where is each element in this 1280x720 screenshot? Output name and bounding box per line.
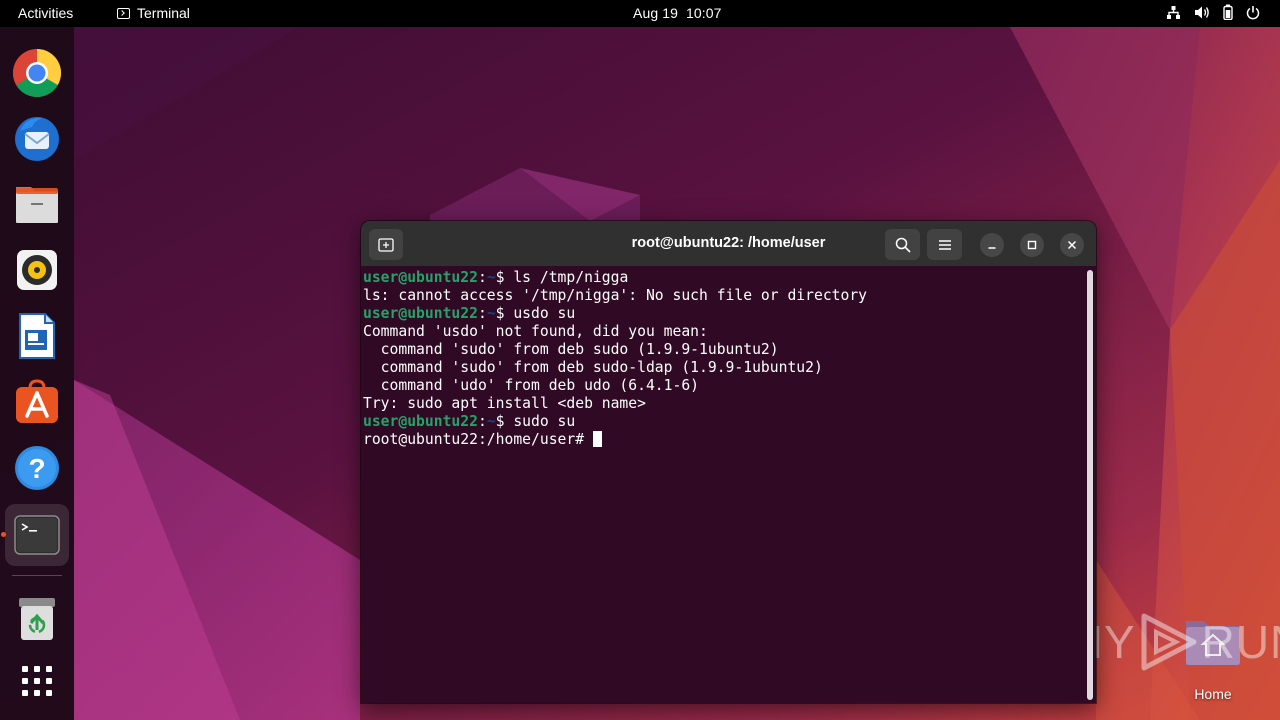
terminal-line: command 'udo' from deb udo (6.4.1-6): [363, 377, 700, 394]
clock-date: Aug 19: [633, 5, 678, 21]
terminal-window[interactable]: root@ubuntu22: /home/user user@ubuntu22:…: [361, 221, 1096, 703]
prompt-path: ~: [486, 305, 496, 322]
minimize-icon: [988, 247, 996, 249]
dock-item-thunderbird[interactable]: [5, 107, 69, 169]
terminal-headerbar[interactable]: root@ubuntu22: /home/user: [361, 221, 1096, 266]
terminal-line: Try: sudo apt install <deb name>: [363, 395, 646, 412]
trash-icon: [19, 598, 55, 640]
prompt-user: user@ubuntu22: [363, 413, 478, 430]
terminal-line: command 'sudo' from deb sudo-ldap (1.9.9…: [363, 359, 823, 376]
prompt-command: $ usdo su: [495, 305, 576, 322]
minimize-button[interactable]: [980, 233, 1004, 257]
battery-icon: [1223, 4, 1233, 20]
prompt-path: ~: [486, 269, 496, 286]
activities-button[interactable]: Activities: [18, 5, 73, 21]
dock-item-chrome[interactable]: [5, 42, 69, 104]
app-center-icon: [16, 379, 58, 423]
dock-item-help[interactable]: ?: [5, 437, 69, 499]
dock-item-files[interactable]: [5, 173, 69, 235]
dock: ?: [0, 27, 74, 720]
prompt-user: user@ubuntu22: [363, 305, 478, 322]
files-icon: [16, 187, 58, 223]
prompt-separator: :: [477, 269, 487, 286]
terminal-line: user@ubuntu22:~$ ls /tmp/nigga: [363, 269, 1096, 287]
terminal-line: command 'sudo' from deb sudo (1.9.9-1ubu…: [363, 341, 779, 358]
prompt-command: $ ls /tmp/nigga: [495, 269, 629, 286]
clock-time: 10:07: [685, 5, 722, 21]
dock-item-show-apps[interactable]: [5, 650, 69, 712]
volume-icon: [1195, 6, 1209, 18]
top-bar: Activities Terminal Aug 19 10:07: [0, 0, 1280, 27]
clock[interactable]: Aug 19 10:07: [633, 5, 722, 21]
hamburger-menu-icon: [938, 239, 951, 250]
text-cursor: [592, 431, 602, 447]
system-status-area[interactable]: [1166, 4, 1260, 20]
prompt-separator: :: [477, 413, 487, 430]
maximize-button[interactable]: [1020, 233, 1044, 257]
desktop-home-folder[interactable]: Home: [1184, 617, 1242, 702]
terminal-line-current[interactable]: root@ubuntu22:/home/user#: [363, 431, 1096, 449]
terminal-line: user@ubuntu22:~$ usdo su: [363, 305, 1096, 323]
terminal-output[interactable]: user@ubuntu22:~$ ls /tmp/nigga ls: canno…: [361, 266, 1096, 703]
terminal-line: ls: cannot access '/tmp/nigga': No such …: [363, 287, 868, 304]
libreoffice-writer-icon: [19, 313, 55, 359]
thunderbird-icon: [15, 117, 59, 161]
dock-item-app-center[interactable]: [5, 371, 69, 433]
close-button[interactable]: [1060, 233, 1084, 257]
svg-text:?: ?: [28, 453, 45, 484]
root-prompt: root@ubuntu22:/home/user#: [363, 431, 593, 448]
rhythmbox-icon: [17, 250, 57, 290]
maximize-icon: [1027, 240, 1037, 250]
terminal-small-icon: [117, 7, 130, 19]
terminal-scrollbar[interactable]: [1087, 270, 1093, 700]
home-folder-icon: [1186, 621, 1240, 665]
terminal-line: user@ubuntu22:~$ sudo su: [363, 413, 1096, 431]
dock-item-trash[interactable]: [5, 588, 69, 650]
dock-item-writer[interactable]: [5, 305, 69, 367]
menu-button[interactable]: [927, 229, 962, 260]
dock-separator: [12, 575, 62, 576]
terminal-icon: [14, 515, 60, 555]
home-folder-label: Home: [1194, 686, 1232, 702]
dock-item-terminal[interactable]: [5, 504, 69, 566]
search-button[interactable]: [885, 229, 920, 260]
search-icon: [895, 237, 911, 253]
chrome-icon: [12, 48, 62, 98]
prompt-command: $ sudo su: [495, 413, 576, 430]
network-icon: [1167, 5, 1180, 19]
running-indicator: [1, 532, 6, 537]
dock-item-rhythmbox[interactable]: [5, 239, 69, 301]
prompt-path: ~: [486, 413, 496, 430]
close-icon: [1067, 240, 1077, 250]
power-icon: [1246, 5, 1260, 19]
help-icon: ?: [15, 446, 59, 490]
app-menu-terminal[interactable]: Terminal: [117, 5, 190, 21]
show-apps-icon: [22, 666, 52, 696]
app-menu-label: Terminal: [137, 5, 190, 21]
terminal-line: Command 'usdo' not found, did you mean:: [363, 323, 708, 340]
prompt-user: user@ubuntu22: [363, 269, 478, 286]
prompt-separator: :: [477, 305, 487, 322]
